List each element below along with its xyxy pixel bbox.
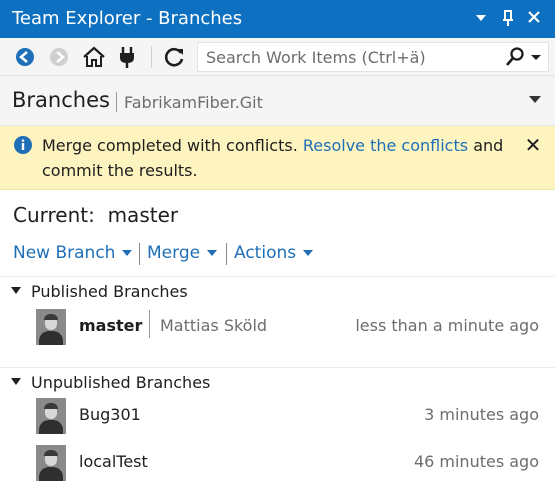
unpublished-branches-header[interactable]: Unpublished Branches xyxy=(0,367,555,393)
branch-time: 46 minutes ago xyxy=(413,452,539,471)
merge-button[interactable]: Merge xyxy=(147,243,218,263)
window-title: Team Explorer - Branches xyxy=(12,8,243,29)
notification-text-end: and xyxy=(473,136,504,155)
branch-author: Mattias Sköld xyxy=(160,316,268,335)
unpublished-branches-label: Unpublished Branches xyxy=(31,373,211,392)
home-icon[interactable] xyxy=(81,44,107,70)
expand-collapse-icon[interactable] xyxy=(11,287,21,294)
resolve-conflicts-link[interactable]: Resolve the conflicts xyxy=(303,136,468,155)
connect-icon[interactable] xyxy=(114,44,140,70)
actions-button[interactable]: Actions xyxy=(234,243,314,263)
avatar xyxy=(36,445,66,481)
chevron-down-icon xyxy=(207,250,218,256)
close-icon[interactable]: ✕ xyxy=(522,134,544,156)
current-branch-name: master xyxy=(107,203,179,227)
branch-time: less than a minute ago xyxy=(355,316,539,335)
window-menu-dropdown-icon[interactable] xyxy=(470,6,492,30)
published-branches-header[interactable]: Published Branches xyxy=(0,276,555,302)
avatar xyxy=(36,398,66,434)
info-icon xyxy=(13,135,33,155)
back-icon[interactable] xyxy=(12,44,38,70)
branch-name: master xyxy=(79,316,143,335)
new-branch-button[interactable]: New Branch xyxy=(13,243,133,263)
current-branch: Current: master xyxy=(13,203,178,227)
title-bar: Team Explorer - Branches xyxy=(0,0,555,38)
toolbar-separator xyxy=(151,46,152,68)
refresh-icon[interactable] xyxy=(161,44,187,70)
merge-label: Merge xyxy=(147,243,201,263)
notification-message-line2: commit the results. xyxy=(42,161,198,180)
toolbar xyxy=(0,38,555,76)
current-branch-label: Current: xyxy=(13,203,95,227)
repository-name: FabrikamFiber.Git xyxy=(124,93,263,112)
action-separator xyxy=(226,243,227,265)
branch-name: localTest xyxy=(79,452,148,471)
page-dropdown-icon[interactable] xyxy=(529,96,541,103)
forward-icon[interactable] xyxy=(46,44,72,70)
expand-collapse-icon[interactable] xyxy=(11,378,21,385)
branch-row-bug301[interactable]: Bug301 3 minutes ago xyxy=(0,394,555,438)
header-separator xyxy=(116,92,117,112)
published-branches-label: Published Branches xyxy=(31,282,188,301)
search-input[interactable] xyxy=(206,46,496,68)
page-title: Branches xyxy=(12,88,110,112)
branch-name: Bug301 xyxy=(79,405,141,424)
chevron-down-icon xyxy=(122,250,133,256)
notification-message-line1: Merge completed with conflicts. Resolve … xyxy=(42,136,503,155)
notification-banner: Merge completed with conflicts. Resolve … xyxy=(0,126,555,190)
actions-label: Actions xyxy=(234,243,297,263)
notification-text: Merge completed with conflicts. xyxy=(42,136,298,155)
action-separator xyxy=(139,243,140,265)
search-options-dropdown-icon[interactable] xyxy=(529,46,543,68)
branch-row-master[interactable]: master Mattias Sköld less than a minute … xyxy=(0,305,555,349)
close-window-icon[interactable] xyxy=(523,6,545,30)
page-header: Branches FabrikamFiber.Git xyxy=(0,76,555,126)
pin-icon[interactable] xyxy=(497,6,519,30)
chevron-down-icon xyxy=(303,250,314,256)
new-branch-label: New Branch xyxy=(13,243,116,263)
row-separator xyxy=(149,310,150,338)
branch-time: 3 minutes ago xyxy=(424,405,539,424)
search-icon[interactable] xyxy=(504,46,526,68)
avatar xyxy=(36,309,66,345)
branch-row-localtest[interactable]: localTest 46 minutes ago xyxy=(0,441,555,485)
search-box[interactable] xyxy=(197,42,549,72)
